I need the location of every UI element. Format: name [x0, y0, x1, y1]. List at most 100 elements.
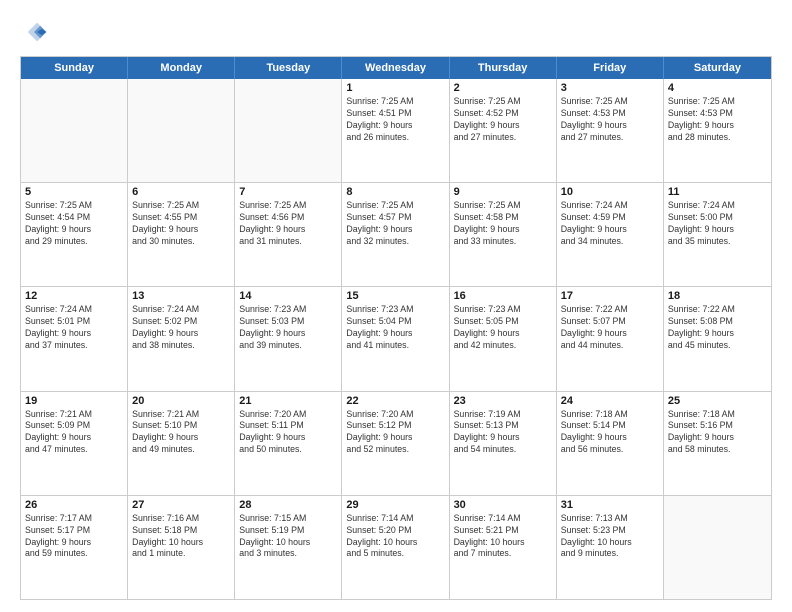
cell-info: Sunrise: 7:25 AM Sunset: 4:54 PM Dayligh…: [25, 200, 123, 248]
calendar-cell: 31 Sunrise: 7:13 AM Sunset: 5:23 PM Dayli…: [557, 496, 664, 599]
calendar-cell: 14 Sunrise: 7:23 AM Sunset: 5:03 PM Dayli…: [235, 287, 342, 390]
day-number: 4: [668, 82, 767, 94]
day-number: 7: [239, 186, 337, 198]
day-number: 25: [668, 395, 767, 407]
day-number: 5: [25, 186, 123, 198]
calendar-cell: 22 Sunrise: 7:20 AM Sunset: 5:12 PM Dayli…: [342, 392, 449, 495]
cell-info: Sunrise: 7:24 AM Sunset: 5:00 PM Dayligh…: [668, 200, 767, 248]
calendar-header-cell: Friday: [557, 57, 664, 79]
cell-info: Sunrise: 7:25 AM Sunset: 4:56 PM Dayligh…: [239, 200, 337, 248]
calendar-cell: 11 Sunrise: 7:24 AM Sunset: 5:00 PM Dayli…: [664, 183, 771, 286]
calendar: SundayMondayTuesdayWednesdayThursdayFrid…: [20, 56, 772, 600]
calendar-row: 19 Sunrise: 7:21 AM Sunset: 5:09 PM Dayli…: [21, 392, 771, 496]
calendar-cell: 19 Sunrise: 7:21 AM Sunset: 5:09 PM Dayli…: [21, 392, 128, 495]
day-number: 24: [561, 395, 659, 407]
cell-info: Sunrise: 7:23 AM Sunset: 5:03 PM Dayligh…: [239, 304, 337, 352]
day-number: 30: [454, 499, 552, 511]
day-number: 10: [561, 186, 659, 198]
calendar-cell: [21, 79, 128, 182]
cell-info: Sunrise: 7:23 AM Sunset: 5:04 PM Dayligh…: [346, 304, 444, 352]
cell-info: Sunrise: 7:18 AM Sunset: 5:16 PM Dayligh…: [668, 409, 767, 457]
cell-info: Sunrise: 7:22 AM Sunset: 5:07 PM Dayligh…: [561, 304, 659, 352]
calendar-row: 1 Sunrise: 7:25 AM Sunset: 4:51 PM Daylig…: [21, 79, 771, 183]
calendar-cell: 13 Sunrise: 7:24 AM Sunset: 5:02 PM Dayli…: [128, 287, 235, 390]
calendar-cell: 30 Sunrise: 7:14 AM Sunset: 5:21 PM Dayli…: [450, 496, 557, 599]
calendar-cell: 29 Sunrise: 7:14 AM Sunset: 5:20 PM Dayli…: [342, 496, 449, 599]
cell-info: Sunrise: 7:19 AM Sunset: 5:13 PM Dayligh…: [454, 409, 552, 457]
day-number: 17: [561, 290, 659, 302]
day-number: 11: [668, 186, 767, 198]
cell-info: Sunrise: 7:17 AM Sunset: 5:17 PM Dayligh…: [25, 513, 123, 561]
day-number: 23: [454, 395, 552, 407]
calendar-cell: 15Sunrise: 7:23 AM Sunset: 5:04 PM Dayli…: [342, 287, 449, 390]
day-number: 1: [346, 82, 444, 94]
calendar-cell: 3Sunrise: 7:25 AM Sunset: 4:53 PM Daylig…: [557, 79, 664, 182]
cell-info: Sunrise: 7:25 AM Sunset: 4:51 PM Dayligh…: [346, 96, 444, 144]
day-number: 8: [346, 186, 444, 198]
calendar-cell: 20Sunrise: 7:21 AM Sunset: 5:10 PM Dayli…: [128, 392, 235, 495]
calendar-cell: [235, 79, 342, 182]
cell-info: Sunrise: 7:13 AM Sunset: 5:23 PM Dayligh…: [561, 513, 659, 561]
cell-info: Sunrise: 7:23 AM Sunset: 5:05 PM Dayligh…: [454, 304, 552, 352]
calendar-body: 1 Sunrise: 7:25 AM Sunset: 4:51 PM Daylig…: [21, 79, 771, 599]
cell-info: Sunrise: 7:24 AM Sunset: 5:02 PM Dayligh…: [132, 304, 230, 352]
logo-icon: [20, 18, 48, 46]
day-number: 31: [561, 499, 659, 511]
cell-info: Sunrise: 7:25 AM Sunset: 4:58 PM Dayligh…: [454, 200, 552, 248]
day-number: 6: [132, 186, 230, 198]
day-number: 18: [668, 290, 767, 302]
calendar-cell: 27 Sunrise: 7:16 AM Sunset: 5:18 PM Dayli…: [128, 496, 235, 599]
cell-info: Sunrise: 7:25 AM Sunset: 4:55 PM Dayligh…: [132, 200, 230, 248]
calendar-row: 5 Sunrise: 7:25 AM Sunset: 4:54 PM Daylig…: [21, 183, 771, 287]
calendar-header-cell: Wednesday: [342, 57, 449, 79]
day-number: 14: [239, 290, 337, 302]
calendar-cell: 17 Sunrise: 7:22 AM Sunset: 5:07 PM Dayli…: [557, 287, 664, 390]
calendar-cell: [128, 79, 235, 182]
calendar-header-cell: Monday: [128, 57, 235, 79]
calendar-cell: 21 Sunrise: 7:20 AM Sunset: 5:11 PM Dayli…: [235, 392, 342, 495]
calendar-cell: 26Sunrise: 7:17 AM Sunset: 5:17 PM Dayli…: [21, 496, 128, 599]
calendar-row: 12 Sunrise: 7:24 AM Sunset: 5:01 PM Dayli…: [21, 287, 771, 391]
day-number: 3: [561, 82, 659, 94]
cell-info: Sunrise: 7:25 AM Sunset: 4:57 PM Dayligh…: [346, 200, 444, 248]
cell-info: Sunrise: 7:21 AM Sunset: 5:09 PM Dayligh…: [25, 409, 123, 457]
cell-info: Sunrise: 7:14 AM Sunset: 5:20 PM Dayligh…: [346, 513, 444, 561]
day-number: 19: [25, 395, 123, 407]
day-number: 29: [346, 499, 444, 511]
calendar-row: 26Sunrise: 7:17 AM Sunset: 5:17 PM Dayli…: [21, 496, 771, 599]
calendar-header: SundayMondayTuesdayWednesdayThursdayFrid…: [21, 57, 771, 79]
calendar-cell: 28 Sunrise: 7:15 AM Sunset: 5:19 PM Dayli…: [235, 496, 342, 599]
cell-info: Sunrise: 7:20 AM Sunset: 5:12 PM Dayligh…: [346, 409, 444, 457]
logo: [20, 18, 52, 46]
calendar-cell: 2Sunrise: 7:25 AM Sunset: 4:52 PM Daylig…: [450, 79, 557, 182]
calendar-cell: 6 Sunrise: 7:25 AM Sunset: 4:55 PM Daylig…: [128, 183, 235, 286]
day-number: 21: [239, 395, 337, 407]
calendar-header-cell: Thursday: [450, 57, 557, 79]
day-number: 2: [454, 82, 552, 94]
calendar-cell: 1 Sunrise: 7:25 AM Sunset: 4:51 PM Daylig…: [342, 79, 449, 182]
page: SundayMondayTuesdayWednesdayThursdayFrid…: [0, 0, 792, 612]
cell-info: Sunrise: 7:22 AM Sunset: 5:08 PM Dayligh…: [668, 304, 767, 352]
cell-info: Sunrise: 7:16 AM Sunset: 5:18 PM Dayligh…: [132, 513, 230, 561]
cell-info: Sunrise: 7:14 AM Sunset: 5:21 PM Dayligh…: [454, 513, 552, 561]
cell-info: Sunrise: 7:20 AM Sunset: 5:11 PM Dayligh…: [239, 409, 337, 457]
day-number: 22: [346, 395, 444, 407]
day-number: 27: [132, 499, 230, 511]
cell-info: Sunrise: 7:24 AM Sunset: 5:01 PM Dayligh…: [25, 304, 123, 352]
cell-info: Sunrise: 7:21 AM Sunset: 5:10 PM Dayligh…: [132, 409, 230, 457]
cell-info: Sunrise: 7:18 AM Sunset: 5:14 PM Dayligh…: [561, 409, 659, 457]
calendar-cell: 12 Sunrise: 7:24 AM Sunset: 5:01 PM Dayli…: [21, 287, 128, 390]
calendar-cell: 10 Sunrise: 7:24 AM Sunset: 4:59 PM Dayli…: [557, 183, 664, 286]
day-number: 9: [454, 186, 552, 198]
calendar-header-cell: Sunday: [21, 57, 128, 79]
calendar-header-cell: Tuesday: [235, 57, 342, 79]
cell-info: Sunrise: 7:24 AM Sunset: 4:59 PM Dayligh…: [561, 200, 659, 248]
calendar-cell: 18 Sunrise: 7:22 AM Sunset: 5:08 PM Dayli…: [664, 287, 771, 390]
calendar-cell: 8 Sunrise: 7:25 AM Sunset: 4:57 PM Daylig…: [342, 183, 449, 286]
cell-info: Sunrise: 7:15 AM Sunset: 5:19 PM Dayligh…: [239, 513, 337, 561]
day-number: 12: [25, 290, 123, 302]
day-number: 13: [132, 290, 230, 302]
calendar-cell: [664, 496, 771, 599]
day-number: 28: [239, 499, 337, 511]
calendar-cell: 4Sunrise: 7:25 AM Sunset: 4:53 PM Daylig…: [664, 79, 771, 182]
